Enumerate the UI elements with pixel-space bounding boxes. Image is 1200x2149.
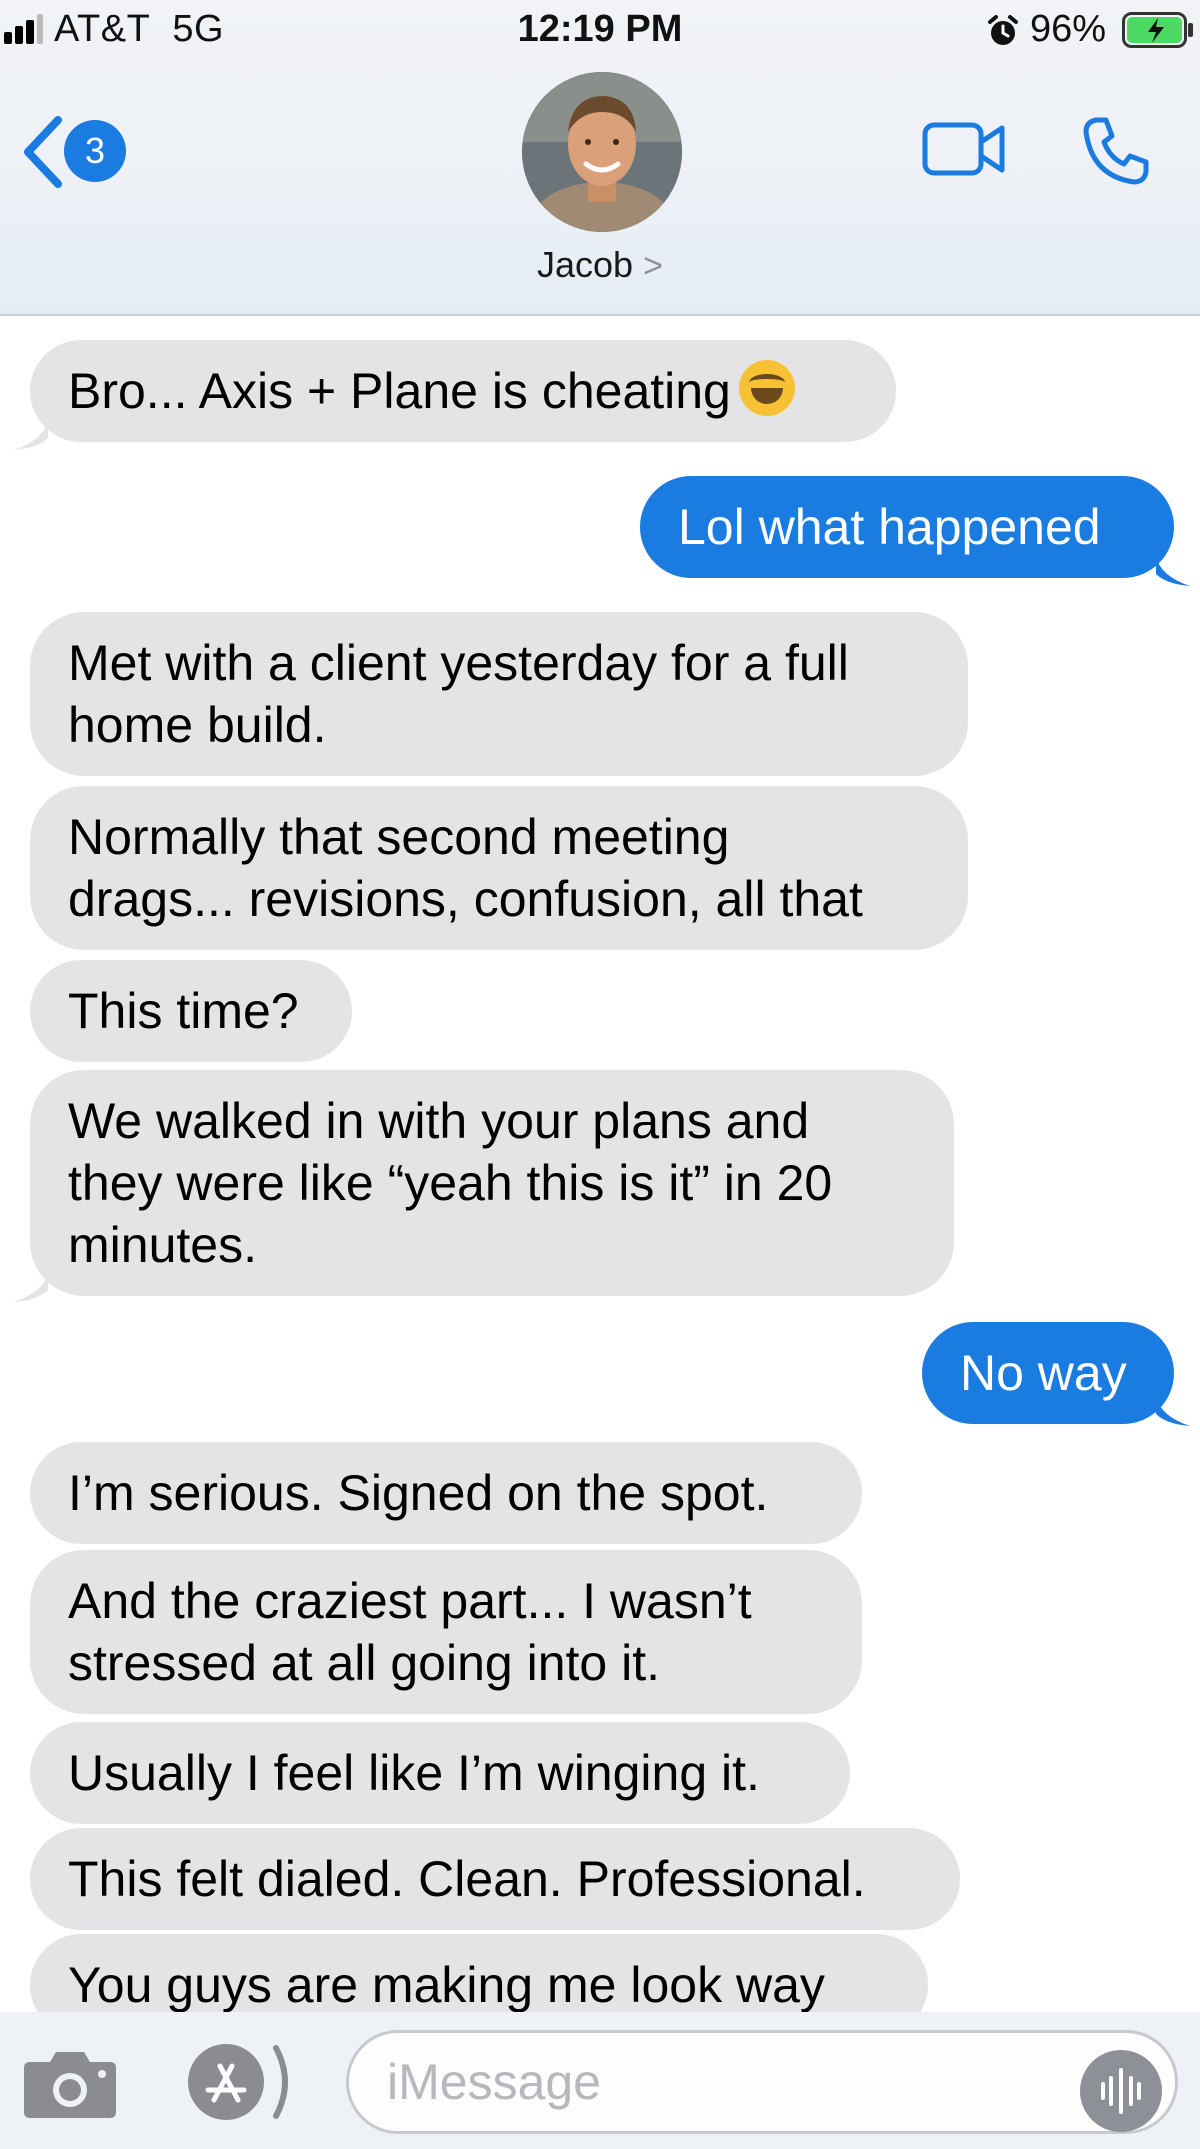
video-call-icon[interactable] (922, 118, 1006, 180)
message-line: stressed at all going into it. (68, 1635, 660, 1691)
audio-waveform-icon (1101, 2068, 1141, 2114)
message-bubble-received[interactable]: We walked in with your plans and they we… (30, 1070, 954, 1296)
phone-call-icon[interactable] (1080, 114, 1150, 186)
message-line: Met with a client yesterday for a full (68, 635, 849, 691)
message-text: Lol what happened (678, 499, 1101, 555)
message-text: I’m serious. Signed on the spot. (68, 1465, 769, 1521)
face-with-tears-of-joy-icon (738, 360, 795, 416)
message-line: home build. (68, 697, 327, 753)
bubble-tail-icon (1156, 556, 1190, 586)
bubble-tail-icon (14, 420, 48, 450)
battery-percent: 96% (1030, 8, 1107, 50)
message-bubble-received[interactable]: Normally that second meeting drags... re… (30, 786, 968, 950)
alarm-icon (988, 15, 1018, 45)
message-line: they were like “yeah this is it” in 20 (68, 1155, 833, 1211)
message-bubble-received[interactable]: Usually I feel like I’m winging it. (30, 1722, 850, 1824)
message-text: Usually I feel like I’m winging it. (68, 1745, 760, 1801)
message-bubble-received[interactable]: This time? (30, 960, 352, 1062)
message-text: You guys are making me look way (68, 1957, 825, 2013)
contact-chevron-icon: > (643, 247, 663, 285)
imessage-input[interactable] (346, 2030, 1178, 2134)
bubble-tail-icon (1156, 1396, 1190, 1426)
contact-name: Jacob (537, 244, 634, 285)
conversation-header: AT&T 5G 12:19 PM 96% 3 Jacob > (0, 0, 1200, 316)
message-bubble-received[interactable]: This felt dialed. Clean. Professional. (30, 1828, 960, 1930)
message-text: No way (960, 1345, 1127, 1401)
message-text: Bro... Axis + Plane is cheating (68, 363, 731, 419)
app-store-icon[interactable] (180, 2042, 296, 2122)
status-time: 12:19 PM (517, 8, 683, 50)
message-bubble-received[interactable]: Met with a client yesterday for a full h… (30, 612, 968, 776)
status-bar: AT&T 5G 12:19 PM 96% (0, 0, 1200, 62)
message-bubble-sent[interactable]: No way (922, 1322, 1174, 1424)
message-line: And the craziest part... I wasn’t (68, 1573, 752, 1629)
battery-icon (1122, 12, 1193, 48)
contact-avatar[interactable] (522, 72, 682, 232)
unread-count-badge[interactable]: 3 (64, 120, 126, 182)
message-bubble-received[interactable]: Bro... Axis + Plane is cheating (30, 340, 896, 442)
message-line: Normally that second meeting (68, 809, 730, 865)
message-line: drags... revisions, confusion, all that (68, 871, 863, 927)
message-bubble-sent[interactable]: Lol what happened (640, 476, 1174, 578)
message-bubble-received[interactable]: I’m serious. Signed on the spot. (30, 1442, 862, 1544)
message-text: This time? (68, 983, 299, 1039)
message-text: This felt dialed. Clean. Professional. (68, 1851, 866, 1907)
compose-bar (0, 2012, 1200, 2149)
camera-icon[interactable] (22, 2046, 118, 2120)
message-line: We walked in with your plans and (68, 1093, 810, 1149)
back-chevron-icon[interactable] (18, 114, 66, 190)
message-line: minutes. (68, 1217, 257, 1273)
audio-record-button[interactable] (1080, 2050, 1162, 2132)
avatar-portrait (522, 72, 682, 232)
contact-name-button[interactable]: Jacob > (0, 244, 1200, 286)
message-bubble-received[interactable]: And the craziest part... I wasn’t stress… (30, 1550, 862, 1714)
bubble-tail-icon (14, 1272, 48, 1302)
